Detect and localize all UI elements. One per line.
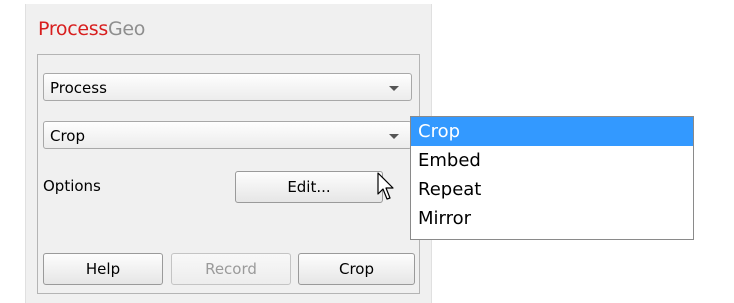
dropdown-item-crop[interactable]: Crop (411, 117, 693, 146)
record-button[interactable]: Record (171, 253, 291, 285)
help-button[interactable]: Help (43, 253, 163, 285)
dropdown-item-mirror[interactable]: Mirror (411, 204, 693, 233)
app-title-geo: Geo (107, 18, 146, 40)
mouse-cursor-icon (377, 172, 394, 200)
operation-dropdown-list[interactable]: Crop Embed Repeat Mirror (410, 116, 694, 240)
options-label: Options (43, 177, 101, 195)
process-combo[interactable]: Process (43, 73, 412, 101)
crop-button[interactable]: Crop (298, 253, 415, 285)
edit-button[interactable]: Edit... (235, 171, 383, 203)
dropdown-item-repeat[interactable]: Repeat (411, 175, 693, 204)
app-title: ProcessGeo (38, 18, 145, 40)
chevron-down-icon (389, 134, 399, 139)
controls-frame: Process Crop Options Edit... Help Record… (37, 54, 420, 294)
operation-combo[interactable]: Crop (43, 121, 412, 149)
operation-combo-value: Crop (50, 127, 86, 145)
process-combo-value: Process (50, 79, 107, 97)
app-title-process: Process (38, 18, 108, 40)
dropdown-item-embed[interactable]: Embed (411, 146, 693, 175)
chevron-down-icon (389, 86, 399, 91)
processgeo-panel: ProcessGeo Process Crop Options Edit... … (25, 4, 432, 303)
